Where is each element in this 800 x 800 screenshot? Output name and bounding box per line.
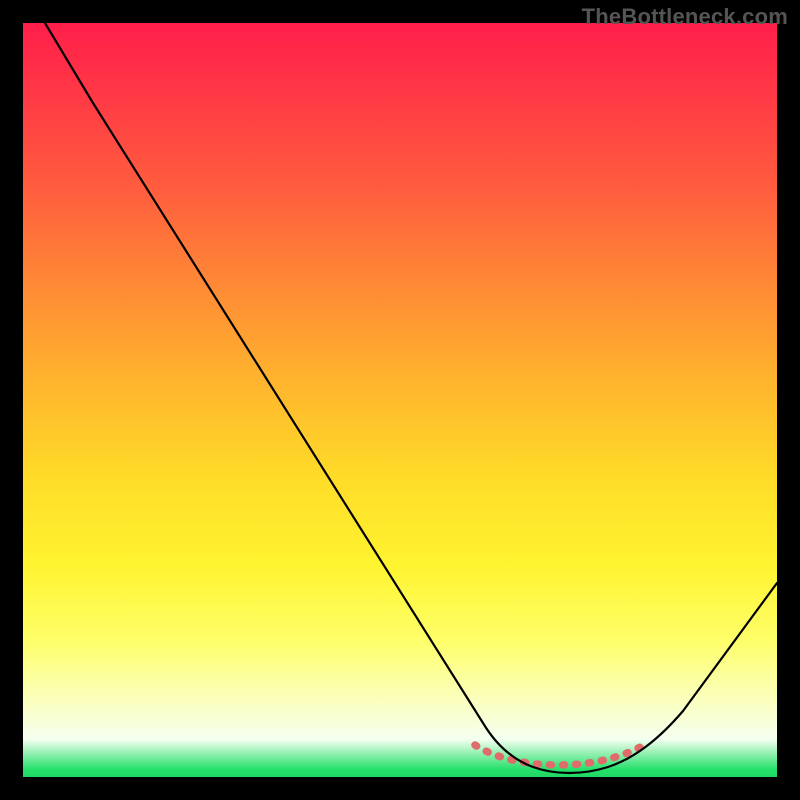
plot-area	[23, 23, 777, 777]
bottleneck-curve	[45, 23, 777, 773]
watermark-text: TheBottleneck.com	[582, 4, 788, 30]
curve-layer	[23, 23, 777, 777]
chart-frame: TheBottleneck.com	[0, 0, 800, 800]
